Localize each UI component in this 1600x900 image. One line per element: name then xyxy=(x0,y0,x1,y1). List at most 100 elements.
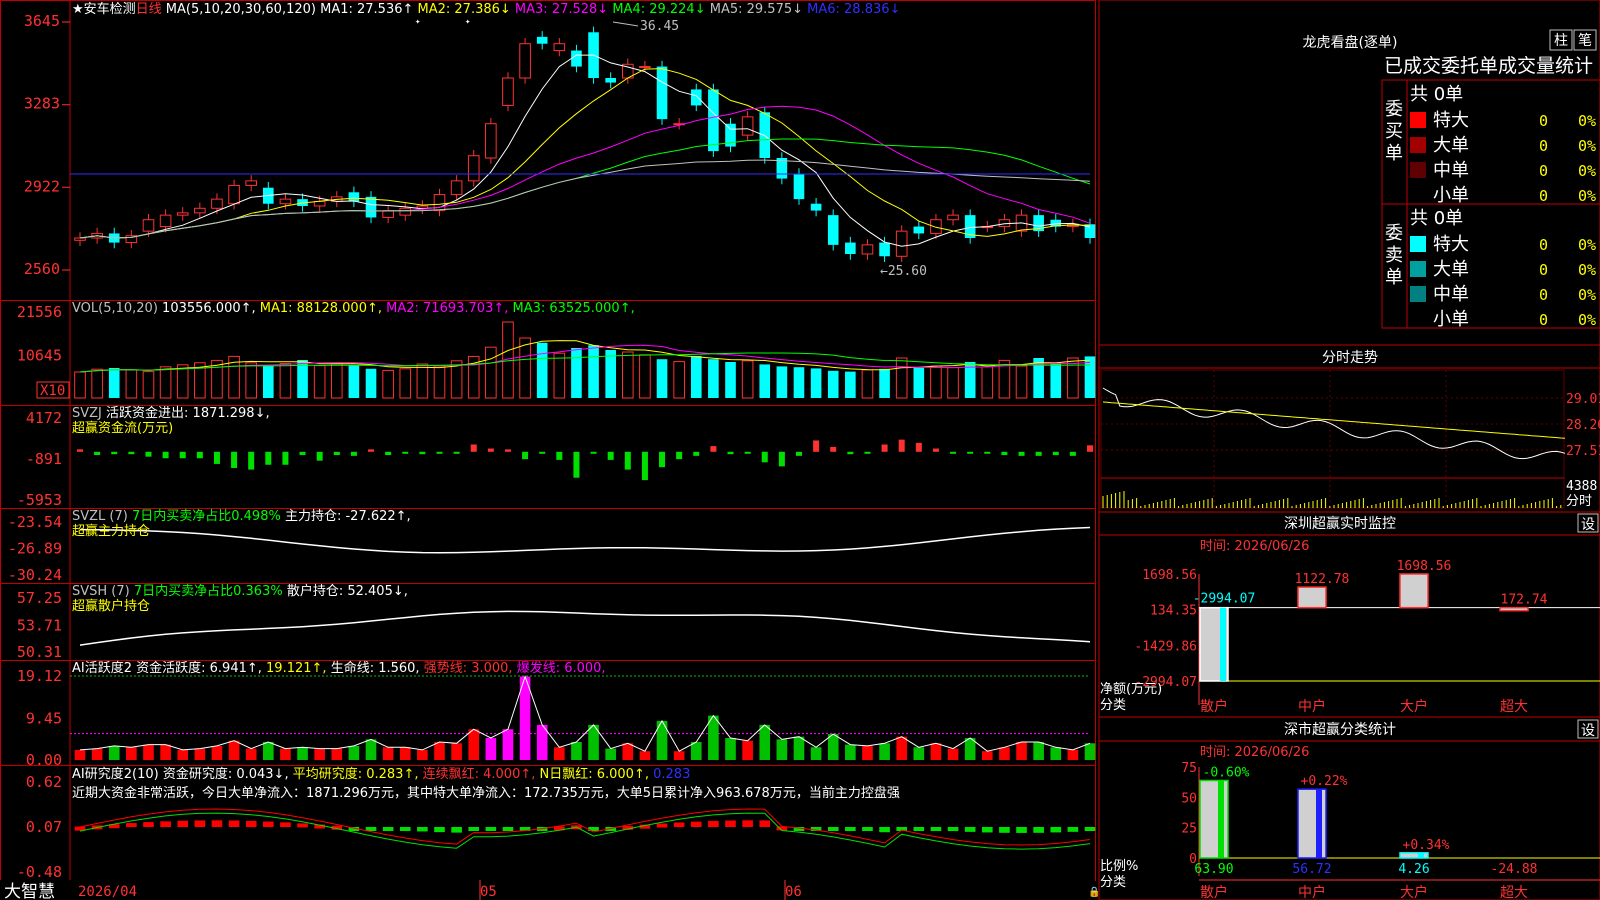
candle-down[interactable] xyxy=(879,242,890,257)
svzj-bar[interactable] xyxy=(744,451,751,454)
vol-bar-up[interactable] xyxy=(930,365,942,399)
svzj-bar[interactable] xyxy=(539,451,546,454)
research-bar[interactable] xyxy=(1084,827,1096,832)
svzj-bar[interactable] xyxy=(453,451,460,454)
svzl-panel[interactable]: -23.54 -26.89 -30.24 SVZL (7) 7日内买卖净占比0.498… xyxy=(8,508,1091,584)
activity-bar[interactable] xyxy=(228,740,240,760)
vol-bar-up[interactable] xyxy=(895,357,908,399)
vol-bar-up[interactable] xyxy=(433,365,446,399)
svzj-bar[interactable] xyxy=(984,451,991,454)
svzj-bar[interactable] xyxy=(915,442,922,452)
svzj-bar[interactable] xyxy=(727,451,734,455)
activity-bar[interactable] xyxy=(981,751,993,760)
ai-research-panel[interactable]: 0.62 0.07 -0.48 AI研究度2(10) 资金研究度: 0.043↓, 平… xyxy=(17,766,1096,881)
svzj-bar[interactable] xyxy=(333,451,340,456)
research-bar[interactable] xyxy=(981,827,993,833)
svzj-bar[interactable] xyxy=(932,448,939,452)
svzj-bar[interactable] xyxy=(761,451,768,463)
activity-bar[interactable] xyxy=(845,744,856,760)
activity-bar[interactable] xyxy=(314,748,325,760)
svzj-bar[interactable] xyxy=(145,451,152,457)
activity-bar[interactable] xyxy=(126,747,137,760)
research-bar[interactable] xyxy=(1033,827,1044,833)
vol-bar-up[interactable] xyxy=(74,371,86,399)
candle-down[interactable] xyxy=(571,50,582,67)
svzj-bar[interactable] xyxy=(573,451,580,478)
candle-up[interactable] xyxy=(450,180,463,196)
svzj-bar[interactable] xyxy=(196,451,203,459)
vol-bar-up[interactable] xyxy=(125,369,138,399)
candle-up[interactable] xyxy=(741,116,754,136)
activity-bar[interactable] xyxy=(74,749,86,760)
research-bar[interactable] xyxy=(759,820,771,827)
candle-up[interactable] xyxy=(211,198,223,209)
activity-bar[interactable] xyxy=(862,745,873,760)
vol-bar-up[interactable] xyxy=(159,366,172,399)
activity-bar[interactable] xyxy=(810,747,822,760)
svzj-bar[interactable] xyxy=(77,449,83,452)
svzj-bar[interactable] xyxy=(162,451,169,459)
candle-up[interactable] xyxy=(176,212,189,216)
svzj-bar[interactable] xyxy=(402,451,409,454)
research-bar[interactable] xyxy=(1050,827,1062,833)
activity-bar[interactable] xyxy=(1084,743,1096,760)
activity-bar[interactable] xyxy=(194,748,206,760)
research-bar[interactable] xyxy=(656,823,668,828)
chart-canvas[interactable]: 3645 3283 2922 2560 36.45 ←25.60 ★安车检测日线 MA(5,… xyxy=(0,0,1600,900)
vol-bar-down[interactable] xyxy=(365,368,377,398)
research-bar[interactable] xyxy=(245,820,257,827)
activity-bar[interactable] xyxy=(485,738,497,760)
research-bar[interactable] xyxy=(827,827,839,831)
vol-bar-up[interactable] xyxy=(382,369,394,399)
vol-bar-up[interactable] xyxy=(313,365,326,399)
candle-down[interactable] xyxy=(793,174,805,200)
candle-up[interactable] xyxy=(74,237,86,241)
activity-bar[interactable] xyxy=(160,744,171,760)
research-bar[interactable] xyxy=(964,827,976,832)
activity-bar[interactable] xyxy=(605,748,616,760)
activity-bar[interactable] xyxy=(1016,741,1027,760)
candle-up[interactable] xyxy=(639,66,651,69)
research-bar[interactable] xyxy=(879,827,890,833)
vol-bar-up[interactable] xyxy=(947,367,959,399)
vol-bar-down[interactable] xyxy=(793,367,805,398)
vol-bar-down[interactable] xyxy=(262,366,274,398)
svzj-bar[interactable] xyxy=(419,451,426,455)
research-bar[interactable] xyxy=(845,827,856,831)
research-bar[interactable] xyxy=(1067,827,1079,832)
svzj-bar[interactable] xyxy=(231,451,238,468)
vol-bar-up[interactable] xyxy=(399,368,412,399)
activity-bar[interactable] xyxy=(468,729,480,760)
svzj-bar[interactable] xyxy=(693,451,700,456)
svzj-bar[interactable] xyxy=(830,446,837,452)
activity-bar[interactable] xyxy=(1050,747,1062,760)
research-bar[interactable] xyxy=(194,820,206,827)
sz-monitor-bar-3[interactable] xyxy=(1499,606,1529,612)
candle-down[interactable] xyxy=(348,192,360,202)
candle-up[interactable] xyxy=(194,207,206,214)
svzj-bar[interactable] xyxy=(590,451,597,454)
candle-up[interactable] xyxy=(485,123,497,159)
activity-bar[interactable] xyxy=(930,743,942,760)
vol-bar-up[interactable] xyxy=(621,351,634,399)
activity-bar[interactable] xyxy=(399,747,411,760)
vol-bar-down[interactable] xyxy=(845,371,856,398)
vol-bar-down[interactable] xyxy=(725,362,736,398)
activity-bar[interactable] xyxy=(947,748,959,760)
vol-bar-down[interactable] xyxy=(348,365,360,398)
svzj-bar[interactable] xyxy=(368,449,375,452)
vol-bar-up[interactable] xyxy=(485,346,497,399)
candle-up[interactable] xyxy=(930,219,942,234)
activity-bar[interactable] xyxy=(1067,749,1079,760)
svzj-bar[interactable] xyxy=(898,439,905,452)
research-bar[interactable] xyxy=(382,827,394,831)
candle-up[interactable] xyxy=(502,77,514,106)
research-bar[interactable] xyxy=(913,827,925,831)
vol-bar-down[interactable] xyxy=(810,368,822,398)
vol-bar-up[interactable] xyxy=(1015,365,1028,399)
activity-bar[interactable] xyxy=(776,739,788,760)
activity-bar[interactable] xyxy=(673,751,685,760)
vol-bar-down[interactable] xyxy=(1050,363,1062,398)
candle-down[interactable] xyxy=(536,36,548,44)
activity-bar[interactable] xyxy=(554,747,565,760)
